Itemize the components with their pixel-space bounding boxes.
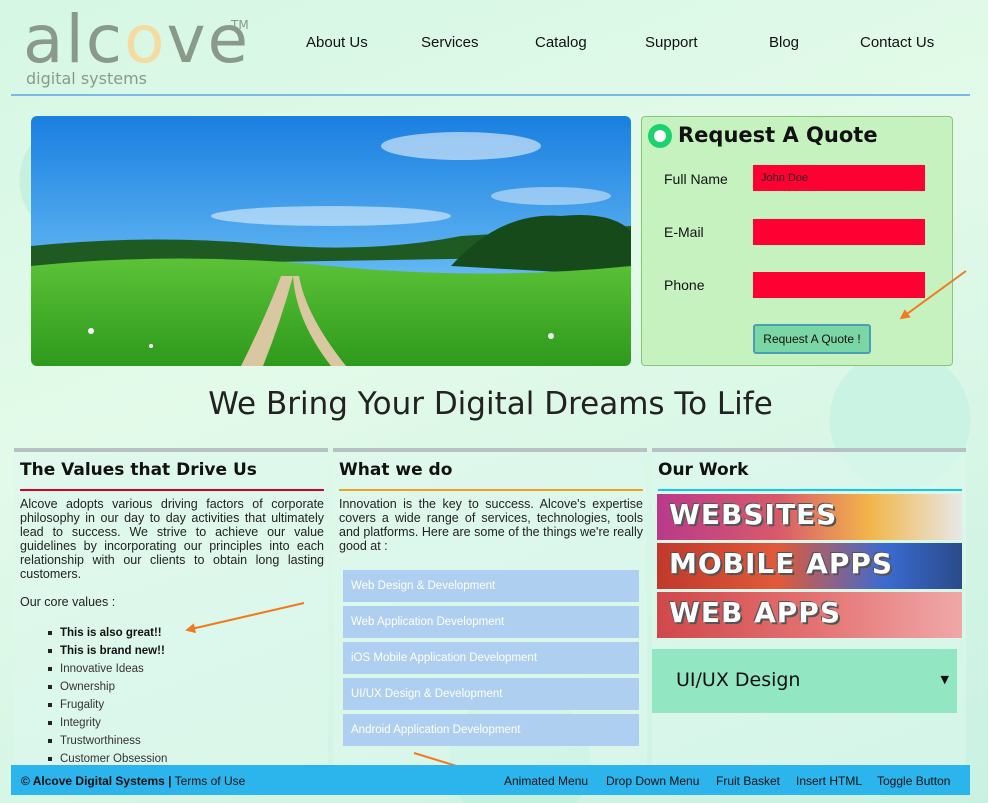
logo-subtitle: digital systems — [26, 69, 147, 88]
list-item: Ownership — [47, 678, 167, 696]
service-web-application[interactable]: Web Application Development — [343, 606, 639, 638]
our-work-column: Our Work WEBSITES MOBILE APPS WEB APPS U… — [652, 448, 966, 769]
what-we-do-column: What we do Innovation is the key to succ… — [333, 448, 647, 769]
what-we-do-title-rule — [339, 489, 643, 491]
footer-separator: | — [168, 774, 172, 788]
service-ui-ux[interactable]: UI/UX Design & Development — [343, 678, 639, 710]
list-item: Frugality — [47, 696, 167, 714]
work-tile-label: WEB APPS — [669, 596, 841, 629]
nav-about-us[interactable]: About Us — [306, 34, 368, 51]
service-ios-mobile[interactable]: iOS Mobile Application Development — [343, 642, 639, 674]
list-item: Integrity — [47, 714, 167, 732]
footer-link-drop-down-menu[interactable]: Drop Down Menu — [606, 774, 699, 788]
terms-of-use-link[interactable]: Terms of Use — [175, 774, 246, 788]
service-web-design[interactable]: Web Design & Development — [343, 570, 639, 602]
caret-down-icon: ▼ — [940, 673, 949, 686]
site-header: alcove TM digital systems About Us Servi… — [11, 0, 970, 96]
list-item: This is brand new!! — [47, 642, 167, 660]
dropdown-selected-value: UI/UX Design — [676, 669, 801, 691]
full-name-input[interactable] — [753, 165, 925, 191]
tagline: We Bring Your Digital Dreams To Life — [208, 386, 773, 422]
footer-copyright-line: © Alcove Digital Systems | Terms of Use — [21, 774, 245, 788]
work-tile-mobile-apps[interactable]: MOBILE APPS — [657, 543, 962, 589]
footer-copyright: © Alcove Digital Systems — [21, 774, 165, 788]
logo-trademark: TM — [231, 18, 249, 32]
footer-link-toggle-button[interactable]: Toggle Button — [877, 774, 950, 788]
nav-support[interactable]: Support — [645, 34, 698, 51]
list-item: Innovative Ideas — [47, 660, 167, 678]
footer-link-fruit-basket[interactable]: Fruit Basket — [716, 774, 780, 788]
site-footer: © Alcove Digital Systems | Terms of Use … — [11, 765, 970, 795]
logo-wordmark: alcove — [23, 1, 251, 78]
nav-catalog[interactable]: Catalog — [535, 34, 587, 51]
core-values-list: This is also great!! This is brand new!!… — [47, 624, 167, 768]
service-dropdown[interactable]: UI/UX Design ▼ — [652, 649, 957, 713]
hero-landscape-image — [31, 116, 631, 366]
values-intro: Alcove adopts various driving factors of… — [20, 497, 324, 581]
email-input[interactable] — [753, 219, 925, 245]
phone-label: Phone — [664, 277, 705, 293]
work-tile-label: MOBILE APPS — [669, 547, 894, 580]
values-title: The Values that Drive Us — [20, 460, 257, 480]
full-name-label: Full Name — [664, 171, 728, 187]
request-quote-panel: Request A Quote Full Name E-Mail Phone R… — [641, 116, 953, 366]
list-item: This is also great!! — [47, 624, 167, 642]
list-item: Trustworthiness — [47, 732, 167, 750]
phone-input[interactable] — [753, 272, 925, 298]
nav-blog[interactable]: Blog — [769, 34, 799, 51]
quote-title: Request A Quote — [678, 123, 878, 147]
lightbulb-icon — [648, 124, 672, 148]
footer-link-animated-menu[interactable]: Animated Menu — [504, 774, 588, 788]
hero-landscape-illustration — [31, 116, 631, 366]
what-we-do-intro: Innovation is the key to success. Alcove… — [339, 497, 643, 553]
nav-contact-us[interactable]: Contact Us — [860, 34, 934, 51]
work-tile-web-apps[interactable]: WEB APPS — [657, 592, 962, 638]
our-work-title-rule — [658, 489, 962, 491]
values-title-rule — [20, 489, 324, 491]
what-we-do-title: What we do — [339, 460, 453, 480]
request-quote-button[interactable]: Request A Quote ! — [753, 324, 871, 354]
page: alcove TM digital systems About Us Servi… — [11, 0, 970, 803]
alcove-logo[interactable]: alcove TM digital systems — [23, 1, 251, 89]
work-tile-label: WEBSITES — [669, 498, 838, 531]
work-tile-websites[interactable]: WEBSITES — [657, 494, 962, 540]
service-android[interactable]: Android Application Development — [343, 714, 639, 746]
email-label: E-Mail — [664, 224, 704, 240]
nav-services[interactable]: Services — [421, 34, 479, 51]
our-work-title: Our Work — [658, 460, 749, 480]
footer-link-insert-html[interactable]: Insert HTML — [796, 774, 862, 788]
